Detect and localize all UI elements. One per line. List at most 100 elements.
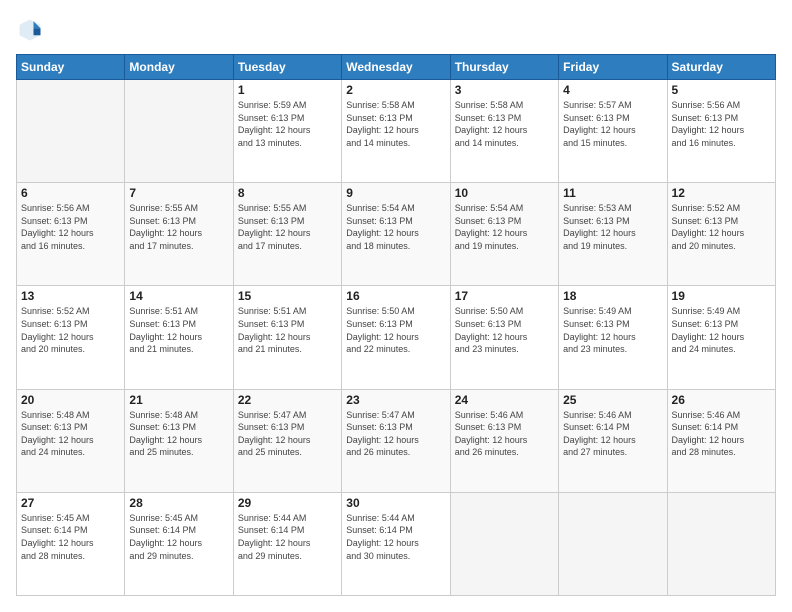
calendar-cell: 3Sunrise: 5:58 AM Sunset: 6:13 PM Daylig… xyxy=(450,80,558,183)
calendar-cell: 20 Sunrise: 5:48 AM Sunset: 6:13 PM Dayli… xyxy=(17,389,125,492)
calendar-cell: 30 Sunrise: 5:44 AM Sunset: 6:14 PM Dayli… xyxy=(342,492,450,595)
week-row-5: 27 Sunrise: 5:45 AM Sunset: 6:14 PM Dayli… xyxy=(17,492,776,595)
day-number: 27 xyxy=(21,496,120,510)
week-row-3: 13 Sunrise: 5:52 AM Sunset: 6:13 PM Dayli… xyxy=(17,286,776,389)
page: SundayMondayTuesdayWednesdayThursdayFrid… xyxy=(0,0,792,612)
calendar-cell: 25 Sunrise: 5:46 AM Sunset: 6:14 PM Dayli… xyxy=(559,389,667,492)
day-info: Sunrise: 5:52 AM Sunset: 6:13 PM Dayligh… xyxy=(672,202,771,252)
day-info: Sunrise: 5:56 AM Sunset: 6:13 PM Dayligh… xyxy=(672,99,771,149)
day-number: 10 xyxy=(455,186,554,200)
day-number: 23 xyxy=(346,393,445,407)
calendar-cell: 28 Sunrise: 5:45 AM Sunset: 6:14 PM Dayli… xyxy=(125,492,233,595)
day-info: Sunrise: 5:53 AM Sunset: 6:13 PM Dayligh… xyxy=(563,202,662,252)
day-info: Sunrise: 5:46 AM Sunset: 6:13 PM Dayligh… xyxy=(455,409,554,459)
day-number: 29 xyxy=(238,496,337,510)
calendar-cell: 6 Sunrise: 5:56 AM Sunset: 6:13 PM Daylig… xyxy=(17,183,125,286)
day-header-monday: Monday xyxy=(125,55,233,80)
calendar-cell: 11Sunrise: 5:53 AM Sunset: 6:13 PM Dayli… xyxy=(559,183,667,286)
day-info: Sunrise: 5:46 AM Sunset: 6:14 PM Dayligh… xyxy=(563,409,662,459)
day-number: 19 xyxy=(672,289,771,303)
day-number: 13 xyxy=(21,289,120,303)
day-info: Sunrise: 5:55 AM Sunset: 6:13 PM Dayligh… xyxy=(129,202,228,252)
day-number: 17 xyxy=(455,289,554,303)
calendar-cell: 18 Sunrise: 5:49 AM Sunset: 6:13 PM Dayli… xyxy=(559,286,667,389)
day-number: 21 xyxy=(129,393,228,407)
day-info: Sunrise: 5:48 AM Sunset: 6:13 PM Dayligh… xyxy=(129,409,228,459)
day-number: 30 xyxy=(346,496,445,510)
calendar-cell: 2Sunrise: 5:58 AM Sunset: 6:13 PM Daylig… xyxy=(342,80,450,183)
day-info: Sunrise: 5:58 AM Sunset: 6:13 PM Dayligh… xyxy=(346,99,445,149)
calendar-table: SundayMondayTuesdayWednesdayThursdayFrid… xyxy=(16,54,776,596)
day-header-saturday: Saturday xyxy=(667,55,775,80)
calendar-cell: 27 Sunrise: 5:45 AM Sunset: 6:14 PM Dayli… xyxy=(17,492,125,595)
day-info: Sunrise: 5:52 AM Sunset: 6:13 PM Dayligh… xyxy=(21,305,120,355)
calendar-cell: 8 Sunrise: 5:55 AM Sunset: 6:13 PM Daylig… xyxy=(233,183,341,286)
day-info: Sunrise: 5:47 AM Sunset: 6:13 PM Dayligh… xyxy=(238,409,337,459)
calendar-cell xyxy=(667,492,775,595)
logo-icon xyxy=(16,16,44,44)
calendar-cell: 14 Sunrise: 5:51 AM Sunset: 6:13 PM Dayli… xyxy=(125,286,233,389)
calendar-body: 1Sunrise: 5:59 AM Sunset: 6:13 PM Daylig… xyxy=(17,80,776,596)
day-info: Sunrise: 5:51 AM Sunset: 6:13 PM Dayligh… xyxy=(129,305,228,355)
calendar-cell: 12 Sunrise: 5:52 AM Sunset: 6:13 PM Dayli… xyxy=(667,183,775,286)
day-number: 4 xyxy=(563,83,662,97)
calendar-cell xyxy=(559,492,667,595)
calendar-cell: 21 Sunrise: 5:48 AM Sunset: 6:13 PM Dayli… xyxy=(125,389,233,492)
day-info: Sunrise: 5:50 AM Sunset: 6:13 PM Dayligh… xyxy=(346,305,445,355)
day-number: 28 xyxy=(129,496,228,510)
day-info: Sunrise: 5:46 AM Sunset: 6:14 PM Dayligh… xyxy=(672,409,771,459)
day-info: Sunrise: 5:44 AM Sunset: 6:14 PM Dayligh… xyxy=(346,512,445,562)
day-info: Sunrise: 5:57 AM Sunset: 6:13 PM Dayligh… xyxy=(563,99,662,149)
logo xyxy=(16,16,48,44)
day-number: 1 xyxy=(238,83,337,97)
calendar-cell: 7 Sunrise: 5:55 AM Sunset: 6:13 PM Daylig… xyxy=(125,183,233,286)
day-info: Sunrise: 5:55 AM Sunset: 6:13 PM Dayligh… xyxy=(238,202,337,252)
day-number: 14 xyxy=(129,289,228,303)
calendar-cell: 23 Sunrise: 5:47 AM Sunset: 6:13 PM Dayli… xyxy=(342,389,450,492)
calendar-cell: 22 Sunrise: 5:47 AM Sunset: 6:13 PM Dayli… xyxy=(233,389,341,492)
calendar-cell: 16 Sunrise: 5:50 AM Sunset: 6:13 PM Dayli… xyxy=(342,286,450,389)
calendar-header: SundayMondayTuesdayWednesdayThursdayFrid… xyxy=(17,55,776,80)
day-info: Sunrise: 5:45 AM Sunset: 6:14 PM Dayligh… xyxy=(21,512,120,562)
day-header-friday: Friday xyxy=(559,55,667,80)
day-number: 8 xyxy=(238,186,337,200)
day-number: 20 xyxy=(21,393,120,407)
day-number: 22 xyxy=(238,393,337,407)
calendar-cell: 10Sunrise: 5:54 AM Sunset: 6:13 PM Dayli… xyxy=(450,183,558,286)
day-number: 18 xyxy=(563,289,662,303)
day-info: Sunrise: 5:49 AM Sunset: 6:13 PM Dayligh… xyxy=(563,305,662,355)
day-number: 16 xyxy=(346,289,445,303)
header xyxy=(16,16,776,44)
day-info: Sunrise: 5:48 AM Sunset: 6:13 PM Dayligh… xyxy=(21,409,120,459)
week-row-1: 1Sunrise: 5:59 AM Sunset: 6:13 PM Daylig… xyxy=(17,80,776,183)
day-info: Sunrise: 5:50 AM Sunset: 6:13 PM Dayligh… xyxy=(455,305,554,355)
day-number: 12 xyxy=(672,186,771,200)
calendar-cell: 26Sunrise: 5:46 AM Sunset: 6:14 PM Dayli… xyxy=(667,389,775,492)
calendar-cell xyxy=(125,80,233,183)
calendar-cell: 17 Sunrise: 5:50 AM Sunset: 6:13 PM Dayli… xyxy=(450,286,558,389)
day-info: Sunrise: 5:47 AM Sunset: 6:13 PM Dayligh… xyxy=(346,409,445,459)
day-number: 9 xyxy=(346,186,445,200)
day-number: 6 xyxy=(21,186,120,200)
day-header-thursday: Thursday xyxy=(450,55,558,80)
day-header-wednesday: Wednesday xyxy=(342,55,450,80)
day-number: 24 xyxy=(455,393,554,407)
day-number: 7 xyxy=(129,186,228,200)
calendar-cell xyxy=(17,80,125,183)
day-number: 25 xyxy=(563,393,662,407)
day-info: Sunrise: 5:56 AM Sunset: 6:13 PM Dayligh… xyxy=(21,202,120,252)
calendar-cell: 5 Sunrise: 5:56 AM Sunset: 6:13 PM Daylig… xyxy=(667,80,775,183)
day-info: Sunrise: 5:54 AM Sunset: 6:13 PM Dayligh… xyxy=(346,202,445,252)
day-info: Sunrise: 5:45 AM Sunset: 6:14 PM Dayligh… xyxy=(129,512,228,562)
day-info: Sunrise: 5:44 AM Sunset: 6:14 PM Dayligh… xyxy=(238,512,337,562)
week-row-2: 6 Sunrise: 5:56 AM Sunset: 6:13 PM Daylig… xyxy=(17,183,776,286)
calendar-cell: 9 Sunrise: 5:54 AM Sunset: 6:13 PM Daylig… xyxy=(342,183,450,286)
calendar-cell: 4 Sunrise: 5:57 AM Sunset: 6:13 PM Daylig… xyxy=(559,80,667,183)
day-number: 15 xyxy=(238,289,337,303)
week-row-4: 20 Sunrise: 5:48 AM Sunset: 6:13 PM Dayli… xyxy=(17,389,776,492)
day-info: Sunrise: 5:49 AM Sunset: 6:13 PM Dayligh… xyxy=(672,305,771,355)
day-number: 5 xyxy=(672,83,771,97)
calendar-cell: 29 Sunrise: 5:44 AM Sunset: 6:14 PM Dayli… xyxy=(233,492,341,595)
calendar-cell: 24 Sunrise: 5:46 AM Sunset: 6:13 PM Dayli… xyxy=(450,389,558,492)
calendar-cell: 1Sunrise: 5:59 AM Sunset: 6:13 PM Daylig… xyxy=(233,80,341,183)
